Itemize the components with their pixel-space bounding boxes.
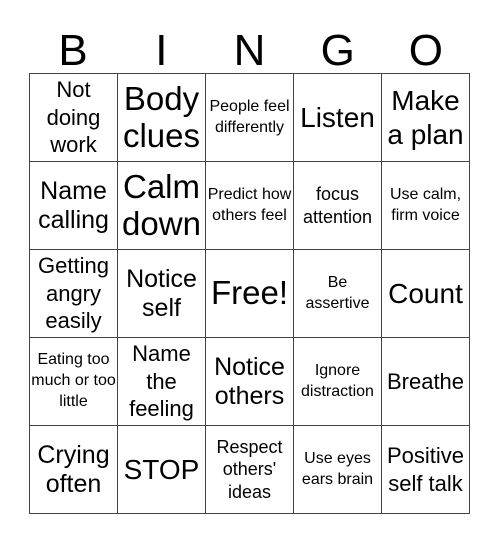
bingo-cell[interactable]: Name the feeling (117, 337, 206, 426)
bingo-cell[interactable]: Getting angry easily (29, 249, 118, 338)
header-letter-i: I (155, 26, 168, 75)
bingo-cell[interactable]: STOP (117, 425, 206, 514)
bingo-cell[interactable]: Be assertive (293, 249, 382, 338)
grid-row: Not doing work Body clues People feel di… (29, 73, 470, 162)
bingo-cell[interactable]: Calm down (117, 161, 206, 250)
grid-row: Crying often STOP Respect others' ideas … (29, 425, 470, 514)
header-letter-n: N (233, 26, 266, 75)
bingo-cell[interactable]: Name calling (29, 161, 118, 250)
header-letter-b: B (58, 26, 88, 75)
header-letter-o: O (408, 26, 444, 75)
bingo-cell[interactable]: Positive self talk (381, 425, 470, 514)
bingo-cell[interactable]: Ignore distraction (293, 337, 382, 426)
bingo-cell[interactable]: Notice others (205, 337, 294, 426)
bingo-cell[interactable]: Notice self (117, 249, 206, 338)
header-letter-g: G (320, 26, 355, 75)
bingo-cell[interactable]: Predict how others feel (205, 161, 294, 250)
bingo-cell[interactable]: Body clues (117, 73, 206, 162)
bingo-cell[interactable]: Listen (293, 73, 382, 162)
bingo-cell[interactable]: Make a plan (381, 73, 470, 162)
bingo-grid: Not doing work Body clues People feel di… (29, 73, 470, 514)
grid-row: Name calling Calm down Predict how other… (29, 161, 470, 250)
grid-row: Getting angry easily Notice self Free! B… (29, 249, 470, 338)
bingo-cell[interactable]: Crying often (29, 425, 118, 514)
bingo-cell[interactable]: focus attention (293, 161, 382, 250)
bingo-cell[interactable]: Use calm, firm voice (381, 161, 470, 250)
bingo-cell[interactable]: People feel differently (205, 73, 294, 162)
free-space-cell[interactable]: Free! (205, 249, 294, 338)
grid-row: Eating too much or too little Name the f… (29, 337, 470, 426)
bingo-cell[interactable]: Use eyes ears brain (293, 425, 382, 514)
bingo-cell[interactable]: Breathe (381, 337, 470, 426)
bingo-cell[interactable]: Count (381, 249, 470, 338)
bingo-cell[interactable]: Eating too much or too little (29, 337, 118, 426)
bingo-cell[interactable]: Respect others' ideas (205, 425, 294, 514)
bingo-header: B I N G O (29, 28, 470, 74)
bingo-cell[interactable]: Not doing work (29, 73, 118, 162)
